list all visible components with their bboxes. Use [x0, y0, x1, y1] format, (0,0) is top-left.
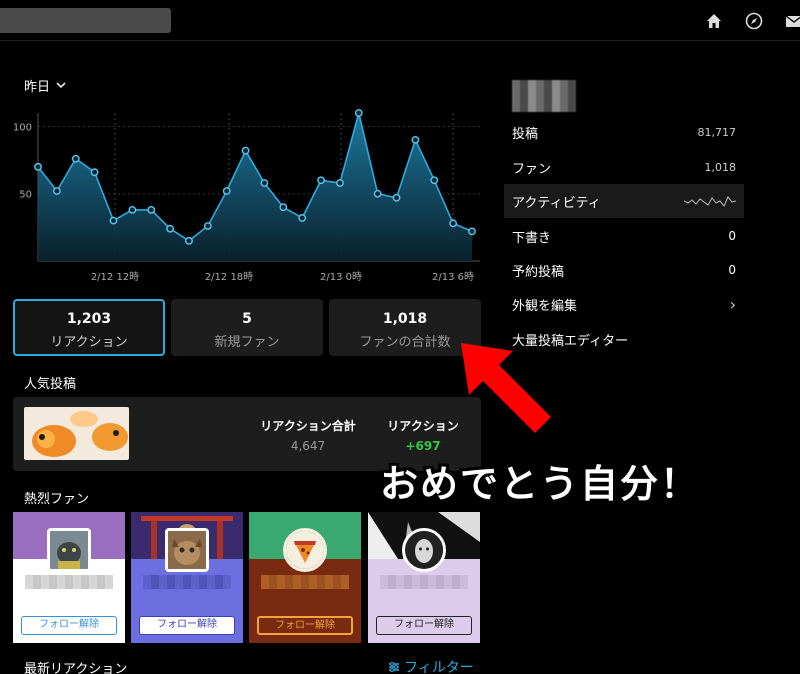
- blog-name-pixelated: [512, 80, 576, 112]
- chevron-down-icon: [56, 82, 66, 89]
- unfollow-button[interactable]: フォロー解除: [21, 616, 117, 635]
- fan-avatar[interactable]: [402, 528, 446, 572]
- sidebar-item-edit-appearance[interactable]: 外観を編集 ›: [504, 287, 744, 321]
- sidebar-item-label: ファン: [512, 161, 552, 177]
- chart-data-point[interactable]: [34, 162, 42, 171]
- fan-card[interactable]: フォロー解除: [13, 512, 125, 643]
- reaction-delta: +697: [405, 439, 441, 453]
- chart-data-point[interactable]: [71, 154, 80, 163]
- sidebar-item-label: 外観を編集: [512, 298, 578, 314]
- chart-data-point[interactable]: [411, 136, 420, 144]
- sidebar-item-label: 投稿: [512, 126, 539, 142]
- chart-data-point[interactable]: [279, 203, 288, 212]
- post-thumbnail[interactable]: [24, 407, 129, 460]
- chart-data-point[interactable]: [90, 168, 99, 177]
- chart-data-point[interactable]: [449, 219, 458, 228]
- fan-card[interactable]: フォロー解除: [131, 512, 243, 643]
- unfollow-button[interactable]: フォロー解除: [139, 616, 235, 635]
- fan-name-pixelated: [143, 575, 231, 589]
- period-label: 昨日: [24, 80, 51, 95]
- stat-reactions-label: リアクション: [50, 335, 128, 350]
- fan-avatar[interactable]: [283, 528, 327, 572]
- chart-data-point[interactable]: [222, 187, 231, 195]
- chart-data-point[interactable]: [298, 214, 307, 222]
- sidebar-item-drafts[interactable]: 下書き 0: [504, 219, 744, 253]
- sidebar-item-label: 予約投稿: [512, 264, 565, 280]
- chart-data-point[interactable]: [166, 224, 174, 233]
- sidebar-item-fans[interactable]: ファン 1,018: [504, 150, 744, 184]
- sidebar-item-label: 下書き: [512, 230, 552, 246]
- reaction-total-header: リアクション合計: [260, 419, 356, 433]
- reaction-total-value: 4,647: [290, 439, 326, 453]
- chart-y-tick-label: 100: [13, 122, 32, 133]
- unfollow-button[interactable]: フォロー解除: [376, 616, 472, 635]
- chart-data-point[interactable]: [354, 109, 363, 117]
- sidebar-item-activity[interactable]: アクティビティ: [504, 184, 744, 218]
- filter-label: フィルター: [404, 660, 474, 674]
- period-dropdown[interactable]: 昨日: [24, 76, 66, 95]
- activity-chart: 100 50 2/12 12時 2/12 18時 2/13 0時 2/13 6時: [13, 109, 480, 283]
- activity-sparkline-icon: [684, 196, 736, 207]
- fan-name-pixelated: [380, 575, 468, 589]
- chart-data-point[interactable]: [109, 216, 118, 225]
- chart-x-tick-label: 2/12 12時: [91, 271, 139, 283]
- chart-data-point[interactable]: [336, 179, 344, 187]
- filter-icon: [389, 662, 399, 672]
- chart-data-point[interactable]: [430, 176, 439, 185]
- filter-button[interactable]: フィルター: [388, 657, 474, 674]
- annotation-text: おめでとう自分！: [380, 462, 701, 506]
- chart-data-point[interactable]: [147, 205, 156, 214]
- search-input[interactable]: [0, 8, 171, 33]
- fan-avatar[interactable]: [47, 528, 91, 572]
- sidebar-item-count: 0: [728, 229, 736, 243]
- chart-area: [38, 113, 472, 261]
- chart-x-tick-label: 2/13 6時: [432, 271, 474, 283]
- chart-y-tick-label: 50: [19, 190, 32, 201]
- stat-new-fans-value: 5: [242, 311, 252, 327]
- top-fans-title: 熱烈ファン: [24, 492, 90, 507]
- annotation-arrow-icon: [461, 343, 551, 433]
- fan-name-pixelated: [25, 575, 113, 589]
- stat-reactions-value: 1,203: [66, 311, 112, 327]
- sidebar-item-scheduled[interactable]: 予約投稿 0: [504, 253, 744, 287]
- sidebar-item-label: アクティビティ: [512, 195, 601, 211]
- chart-x-tick-label: 2/12 18時: [205, 271, 253, 283]
- chart-data-point[interactable]: [52, 187, 61, 195]
- popular-posts-title: 人気投稿: [24, 377, 77, 392]
- sidebar-item-count: 1,018: [704, 160, 737, 174]
- fan-card[interactable]: フォロー解除: [249, 512, 361, 643]
- chevron-right-icon: ›: [729, 294, 736, 314]
- stat-new-fans-label: 新規ファン: [214, 335, 280, 350]
- stat-new-fans[interactable]: 5 新規ファン: [171, 299, 323, 356]
- home-icon[interactable]: [705, 12, 723, 30]
- reaction-total-column: リアクション合計 4,647: [258, 417, 358, 453]
- mail-icon[interactable]: [785, 12, 800, 30]
- unfollow-button[interactable]: フォロー解除: [257, 616, 353, 635]
- chart-data-point[interactable]: [185, 236, 193, 245]
- chart-data-point[interactable]: [241, 146, 250, 155]
- chart-data-point[interactable]: [468, 227, 476, 236]
- top-bar: [0, 0, 800, 41]
- chart-data-point[interactable]: [373, 189, 382, 198]
- compass-icon[interactable]: [745, 12, 763, 30]
- fan-card[interactable]: フォロー解除: [368, 512, 480, 643]
- chart-data-point[interactable]: [203, 222, 212, 230]
- chart-data-point[interactable]: [317, 176, 325, 185]
- chart-data-point[interactable]: [260, 179, 269, 187]
- sidebar-item-count: 81,717: [697, 125, 737, 139]
- chart-data-point[interactable]: [392, 193, 401, 202]
- fan-name-pixelated: [261, 575, 349, 589]
- fan-avatar[interactable]: [165, 528, 209, 572]
- chart-x-tick-label: 2/13 0時: [320, 271, 362, 283]
- sidebar-item-count: 0: [728, 263, 736, 277]
- sidebar-item-posts[interactable]: 投稿 81,717: [504, 115, 744, 149]
- chart-data-point[interactable]: [128, 205, 137, 214]
- latest-reactions-title: 最新リアクション: [24, 662, 128, 674]
- stat-total-fans-value: 1,018: [382, 311, 428, 327]
- stat-reactions[interactable]: 1,203 リアクション: [13, 299, 165, 356]
